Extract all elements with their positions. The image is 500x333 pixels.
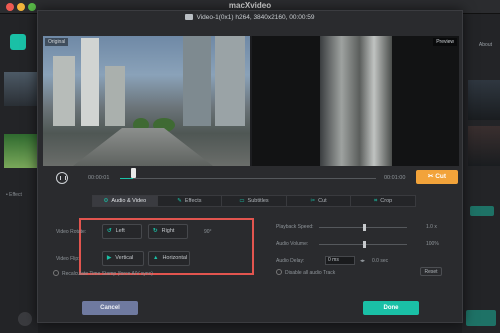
rotate-right-label: Right	[161, 228, 175, 234]
timeline-handle[interactable]	[130, 168, 136, 178]
audio-delay-label: Audio Delay:	[276, 258, 305, 264]
cut-button-label: Cut	[435, 173, 447, 180]
subtitles-icon: ▭	[239, 198, 245, 204]
tab-crop[interactable]: ⌗ Crop	[351, 196, 415, 206]
audio-delay-input[interactable]: 0 ms	[325, 256, 355, 265]
timeline-progress	[120, 178, 133, 179]
output-thumbnail	[468, 80, 500, 120]
effect-label[interactable]: • Effect	[6, 192, 22, 198]
preview-area: Original Preview	[43, 36, 459, 166]
preview-video-frame: Preview	[252, 36, 459, 166]
scene-road	[73, 128, 213, 166]
original-video-frame: Original	[43, 36, 250, 166]
browse-button[interactable]	[470, 206, 494, 216]
flip-horizontal-label: Horizontal	[162, 255, 188, 261]
audio-volume-label: Audio Volume:	[276, 241, 309, 247]
cut-button[interactable]: ✂ Cut	[416, 170, 458, 184]
reset-label: Reset	[424, 269, 438, 275]
flip-horizontal-icon: ▲	[153, 255, 159, 261]
playback-speed-value: 1.0 x	[426, 224, 437, 230]
disable-audio-label: Disable all audio Track	[285, 270, 336, 276]
pause-button[interactable]	[56, 172, 68, 184]
scissors-icon: ✂	[310, 198, 316, 204]
tab-subtitles[interactable]: ▭ Subtitles	[222, 196, 287, 206]
original-tag: Original	[45, 38, 69, 46]
audio-delay-value: 0 ms	[328, 257, 339, 263]
audio-video-icon: ⚙	[103, 198, 109, 204]
recalc-timestamp-label: Recalculate Time Stamp (force A/V sync)	[62, 271, 153, 277]
scene-building	[183, 36, 211, 126]
run-button[interactable]	[466, 310, 496, 326]
video-flip-label: Video Flip:	[56, 256, 80, 262]
tab-label: Subtitles	[247, 198, 269, 204]
playback-speed-label: Playback Speed:	[276, 224, 314, 230]
tab-label: Effects	[184, 198, 202, 204]
end-time: 00:01:00	[384, 175, 406, 181]
video-thumbnail[interactable]	[4, 134, 38, 168]
flip-vertical-icon: ▶	[107, 255, 112, 261]
scene-building	[53, 56, 75, 126]
tab-label: Crop	[380, 198, 393, 204]
reset-button[interactable]: Reset	[420, 267, 442, 276]
scene-building	[215, 36, 245, 126]
current-time: 00:00:01	[88, 175, 110, 181]
right-sidebar: About	[462, 14, 500, 333]
audio-volume-slider[interactable]	[319, 241, 407, 248]
audio-volume-value: 100%	[426, 241, 439, 247]
done-button[interactable]: Done	[363, 301, 419, 315]
left-sidebar: • Effect	[0, 14, 38, 333]
film-icon	[185, 14, 194, 20]
scene-building	[105, 66, 125, 126]
flip-vertical-button[interactable]: ▶ Vertical	[102, 251, 144, 266]
tab-cut[interactable]: ✂ Cut	[287, 196, 352, 206]
video-info: Video-1(0x1) h264, 3840x2160, 00:00:59	[38, 14, 462, 28]
flip-vertical-label: Vertical	[115, 255, 134, 261]
recalc-timestamp-checkbox[interactable]	[53, 270, 59, 276]
app-logo-icon	[10, 34, 26, 50]
cancel-button[interactable]: Cancel	[82, 301, 138, 315]
audio-delay-seconds: 0.0 sec	[372, 258, 389, 264]
rotated-frame	[320, 36, 392, 166]
edit-dialog: Video-1(0x1) h264, 3840x2160, 00:00:59 O…	[37, 10, 463, 323]
edit-tabs: ⚙ Audio & Video ✎ Effects ▭ Subtitles ✂ Cut …	[92, 195, 416, 207]
rotate-right-icon: ↻	[153, 228, 158, 234]
video-info-text: Video-1(0x1) h264, 3840x2160, 00:00:59	[196, 14, 315, 21]
audio-delay-stepper[interactable]: ◂▸	[360, 258, 365, 264]
audio-volume-knob[interactable]	[363, 241, 366, 248]
timeline-track[interactable]	[120, 178, 376, 179]
video-thumbnail[interactable]	[4, 72, 38, 106]
rotate-right-button[interactable]: ↻ Right	[148, 224, 188, 239]
crop-icon: ⌗	[374, 198, 378, 204]
rotate-degrees: 90°	[204, 229, 212, 235]
tab-audio-video[interactable]: ⚙ Audio & Video	[93, 196, 158, 206]
video-rotate-label: Video Rotate:	[56, 229, 87, 235]
rotate-left-icon: ↺	[107, 228, 112, 234]
playback-speed-knob[interactable]	[363, 224, 366, 231]
rotate-left-button[interactable]: ↺ Left	[102, 224, 142, 239]
about-button[interactable]: About	[479, 42, 492, 48]
playback-speed-slider[interactable]	[319, 224, 407, 231]
tab-label: Audio & Video	[111, 198, 147, 204]
effects-icon: ✎	[177, 198, 182, 204]
app-title: macXvideo	[228, 1, 272, 10]
tab-effects[interactable]: ✎ Effects	[158, 196, 223, 206]
flip-horizontal-button[interactable]: ▲ Horizontal	[148, 251, 190, 266]
output-thumbnail	[468, 126, 500, 166]
tab-label: Cut	[318, 198, 327, 204]
preview-tag: Preview	[433, 38, 457, 46]
disable-audio-checkbox[interactable]	[276, 269, 282, 275]
scene-building	[81, 38, 99, 126]
back-button[interactable]	[18, 312, 32, 326]
rotate-left-label: Left	[115, 228, 125, 234]
